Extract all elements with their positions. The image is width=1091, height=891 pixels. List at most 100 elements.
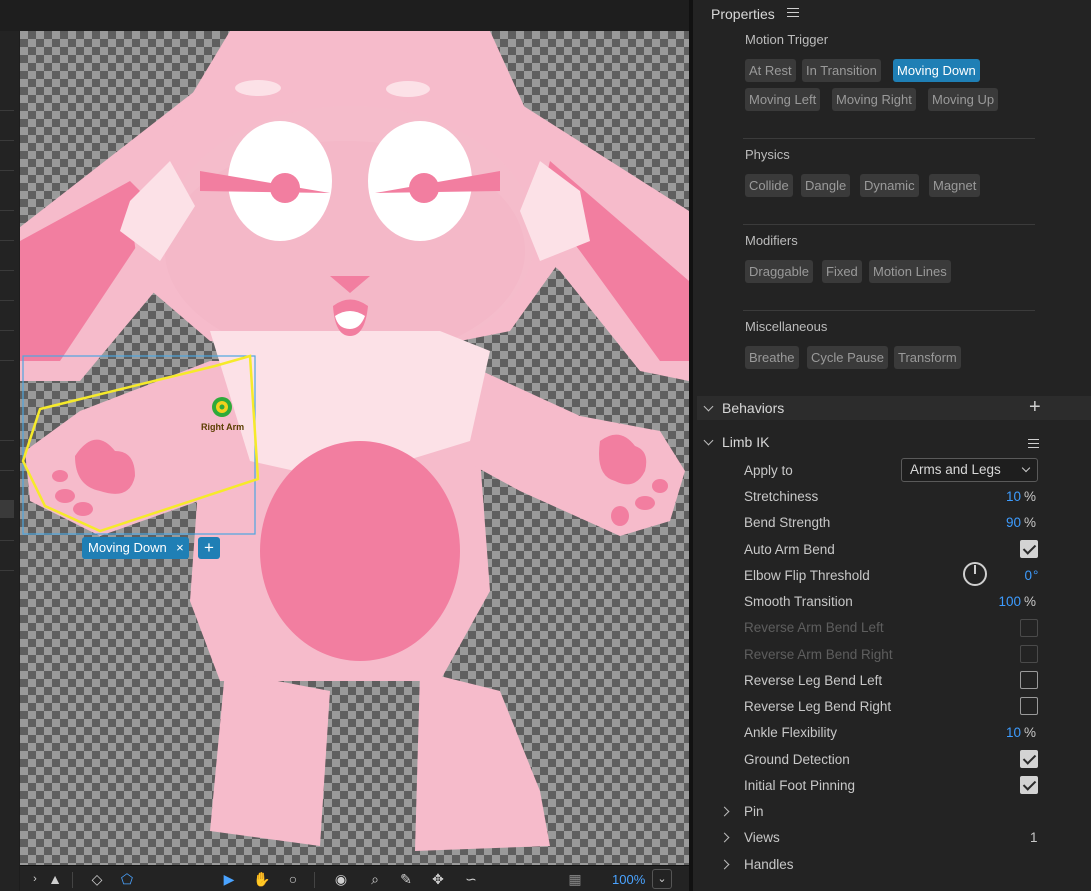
bend-strength-value[interactable]: 90 [1006,515,1021,530]
chip-moving-up[interactable]: Moving Up [928,88,999,111]
canvas-toolbar: › ▲ ◇ ⬠ ▶ ✋ ○ ◉ ⌕ ✎ ✥ ∽ ▦ 100% ⌄ [20,865,689,891]
reverse-leg-left-label: Reverse Leg Bend Left [744,673,883,688]
chip-cycle-pause[interactable]: Cycle Pause [807,346,888,369]
chip-moving-down[interactable]: Moving Down [893,59,980,82]
expand-chevron-icon[interactable]: › [26,870,44,888]
bend-strength-unit: % [1024,515,1037,530]
motion-trigger-title: Motion Trigger [745,32,829,47]
initial-foot-pinning-checkbox[interactable] [1020,776,1038,794]
reverse-leg-right-checkbox[interactable] [1020,697,1038,715]
chip-dangle[interactable]: Dangle [801,174,851,197]
app-window: Right Arm Moving Down × + › ▲ ◇ ⬠ ▶ ✋ ○ … [0,0,1091,891]
ankle-flex-label: Ankle Flexibility [744,725,838,740]
divider [743,138,1035,139]
motion-tag-chip[interactable]: Moving Down × [82,537,189,559]
behaviors-title: Behaviors [722,400,785,416]
ankle-flex-value[interactable]: 10 [1006,725,1021,740]
add-tag-button[interactable]: + [198,537,220,559]
reverse-arm-right-label: Reverse Arm Bend Right [744,647,893,662]
zoom-level[interactable]: 100% [612,872,645,887]
zoom-dropdown-icon[interactable]: ⌄ [652,869,672,889]
tag-remove-icon[interactable]: × [176,537,184,559]
chevron-down-icon [703,435,714,446]
chip-at-rest[interactable]: At Rest [745,59,796,82]
initial-foot-pinning-label: Initial Foot Pinning [744,778,856,793]
views-group-label[interactable]: Views [744,830,780,845]
chip-moving-right[interactable]: Moving Right [832,88,916,111]
shape-icon[interactable]: ⬠ [118,870,136,888]
limb-ik-menu-icon[interactable] [1028,439,1039,451]
bend-strength-label: Bend Strength [744,515,831,530]
elbow-flip-dial-icon[interactable] [963,562,987,586]
panel-title: Properties [711,6,775,22]
transparency-grid-icon[interactable]: ▦ [566,870,584,888]
modifiers-title: Modifiers [745,233,798,248]
reverse-arm-left-label: Reverse Arm Bend Left [744,620,884,635]
dragger-tool-icon[interactable]: ✥ [429,870,447,888]
chip-collide[interactable]: Collide [745,174,793,197]
auto-arm-bend-checkbox[interactable] [1020,540,1038,558]
chevron-down-icon [1021,463,1031,473]
elbow-flip-unit: ° [1033,568,1039,583]
chip-breathe[interactable]: Breathe [745,346,799,369]
chevron-right-icon[interactable] [719,832,730,843]
auto-arm-bend-label: Auto Arm Bend [744,542,835,557]
reverse-leg-right-label: Reverse Leg Bend Right [744,699,892,714]
chip-draggable[interactable]: Draggable [745,260,813,283]
origin-tool-icon[interactable]: ◉ [332,870,350,888]
curve-tool-icon[interactable]: ∽ [462,870,480,888]
stretchiness-label: Stretchiness [744,489,819,504]
misc-title: Miscellaneous [745,319,828,334]
properties-panel: Properties Motion Trigger At Rest In Tra… [693,0,1091,891]
chip-in-transition[interactable]: In Transition [802,59,881,82]
chevron-down-icon [703,401,714,412]
canvas-top-bar [0,0,693,31]
behaviors-header[interactable]: Behaviors + [697,396,1091,420]
reverse-arm-right-checkbox [1020,645,1038,663]
chip-dynamic[interactable]: Dynamic [860,174,919,197]
apply-to-select[interactable]: Arms and Legs [901,458,1038,482]
apply-to-value: Arms and Legs [910,462,1001,477]
ground-detection-checkbox[interactable] [1020,750,1038,768]
elbow-flip-value[interactable]: 0 [1024,568,1032,583]
handle-label-right-arm: Right Arm [201,422,245,432]
panel-menu-icon[interactable] [787,8,799,20]
limb-ik-title: Limb IK [722,434,770,450]
stick-tool-icon[interactable]: ⌕ [366,870,384,888]
handles-group-label[interactable]: Handles [744,857,794,872]
stretchiness-unit: % [1024,489,1037,504]
motion-tag-label: Moving Down [88,540,167,555]
chip-magnet[interactable]: Magnet [929,174,981,197]
physics-title: Physics [745,147,790,162]
chevron-right-icon[interactable] [719,859,730,870]
views-count: 1 [1030,830,1038,845]
pin-group-label[interactable]: Pin [744,804,764,819]
left-panel-strip [0,0,19,891]
divider [743,224,1035,225]
smooth-transition-unit: % [1024,594,1037,609]
smooth-transition-value[interactable]: 100 [998,594,1021,609]
chip-moving-left[interactable]: Moving Left [745,88,821,111]
scene-canvas[interactable] [20,31,689,865]
chip-motion-lines[interactable]: Motion Lines [869,260,951,283]
divider [743,310,1035,311]
zoom-tool-icon[interactable]: ○ [284,870,302,888]
add-behavior-plus-icon[interactable]: + [1029,396,1041,419]
pin-tool-icon[interactable]: ✎ [397,870,415,888]
reverse-leg-left-checkbox[interactable] [1020,671,1038,689]
select-tool-icon[interactable]: ▶ [220,870,238,888]
chip-transform[interactable]: Transform [894,346,961,369]
ground-detection-label: Ground Detection [744,752,850,767]
chip-fixed[interactable]: Fixed [822,260,862,283]
warning-icon[interactable]: ▲ [46,870,64,888]
elbow-flip-label: Elbow Flip Threshold [744,568,870,583]
mesh-icon[interactable]: ◇ [88,870,106,888]
apply-to-label: Apply to [744,463,793,478]
bunny-puppet-artwork [20,31,689,851]
smooth-transition-label: Smooth Transition [744,594,853,609]
hand-tool-icon[interactable]: ✋ [253,870,271,888]
chevron-right-icon[interactable] [719,806,730,817]
stretchiness-value[interactable]: 10 [1006,489,1021,504]
reverse-arm-left-checkbox [1020,619,1038,637]
ankle-flex-unit: % [1024,725,1037,740]
